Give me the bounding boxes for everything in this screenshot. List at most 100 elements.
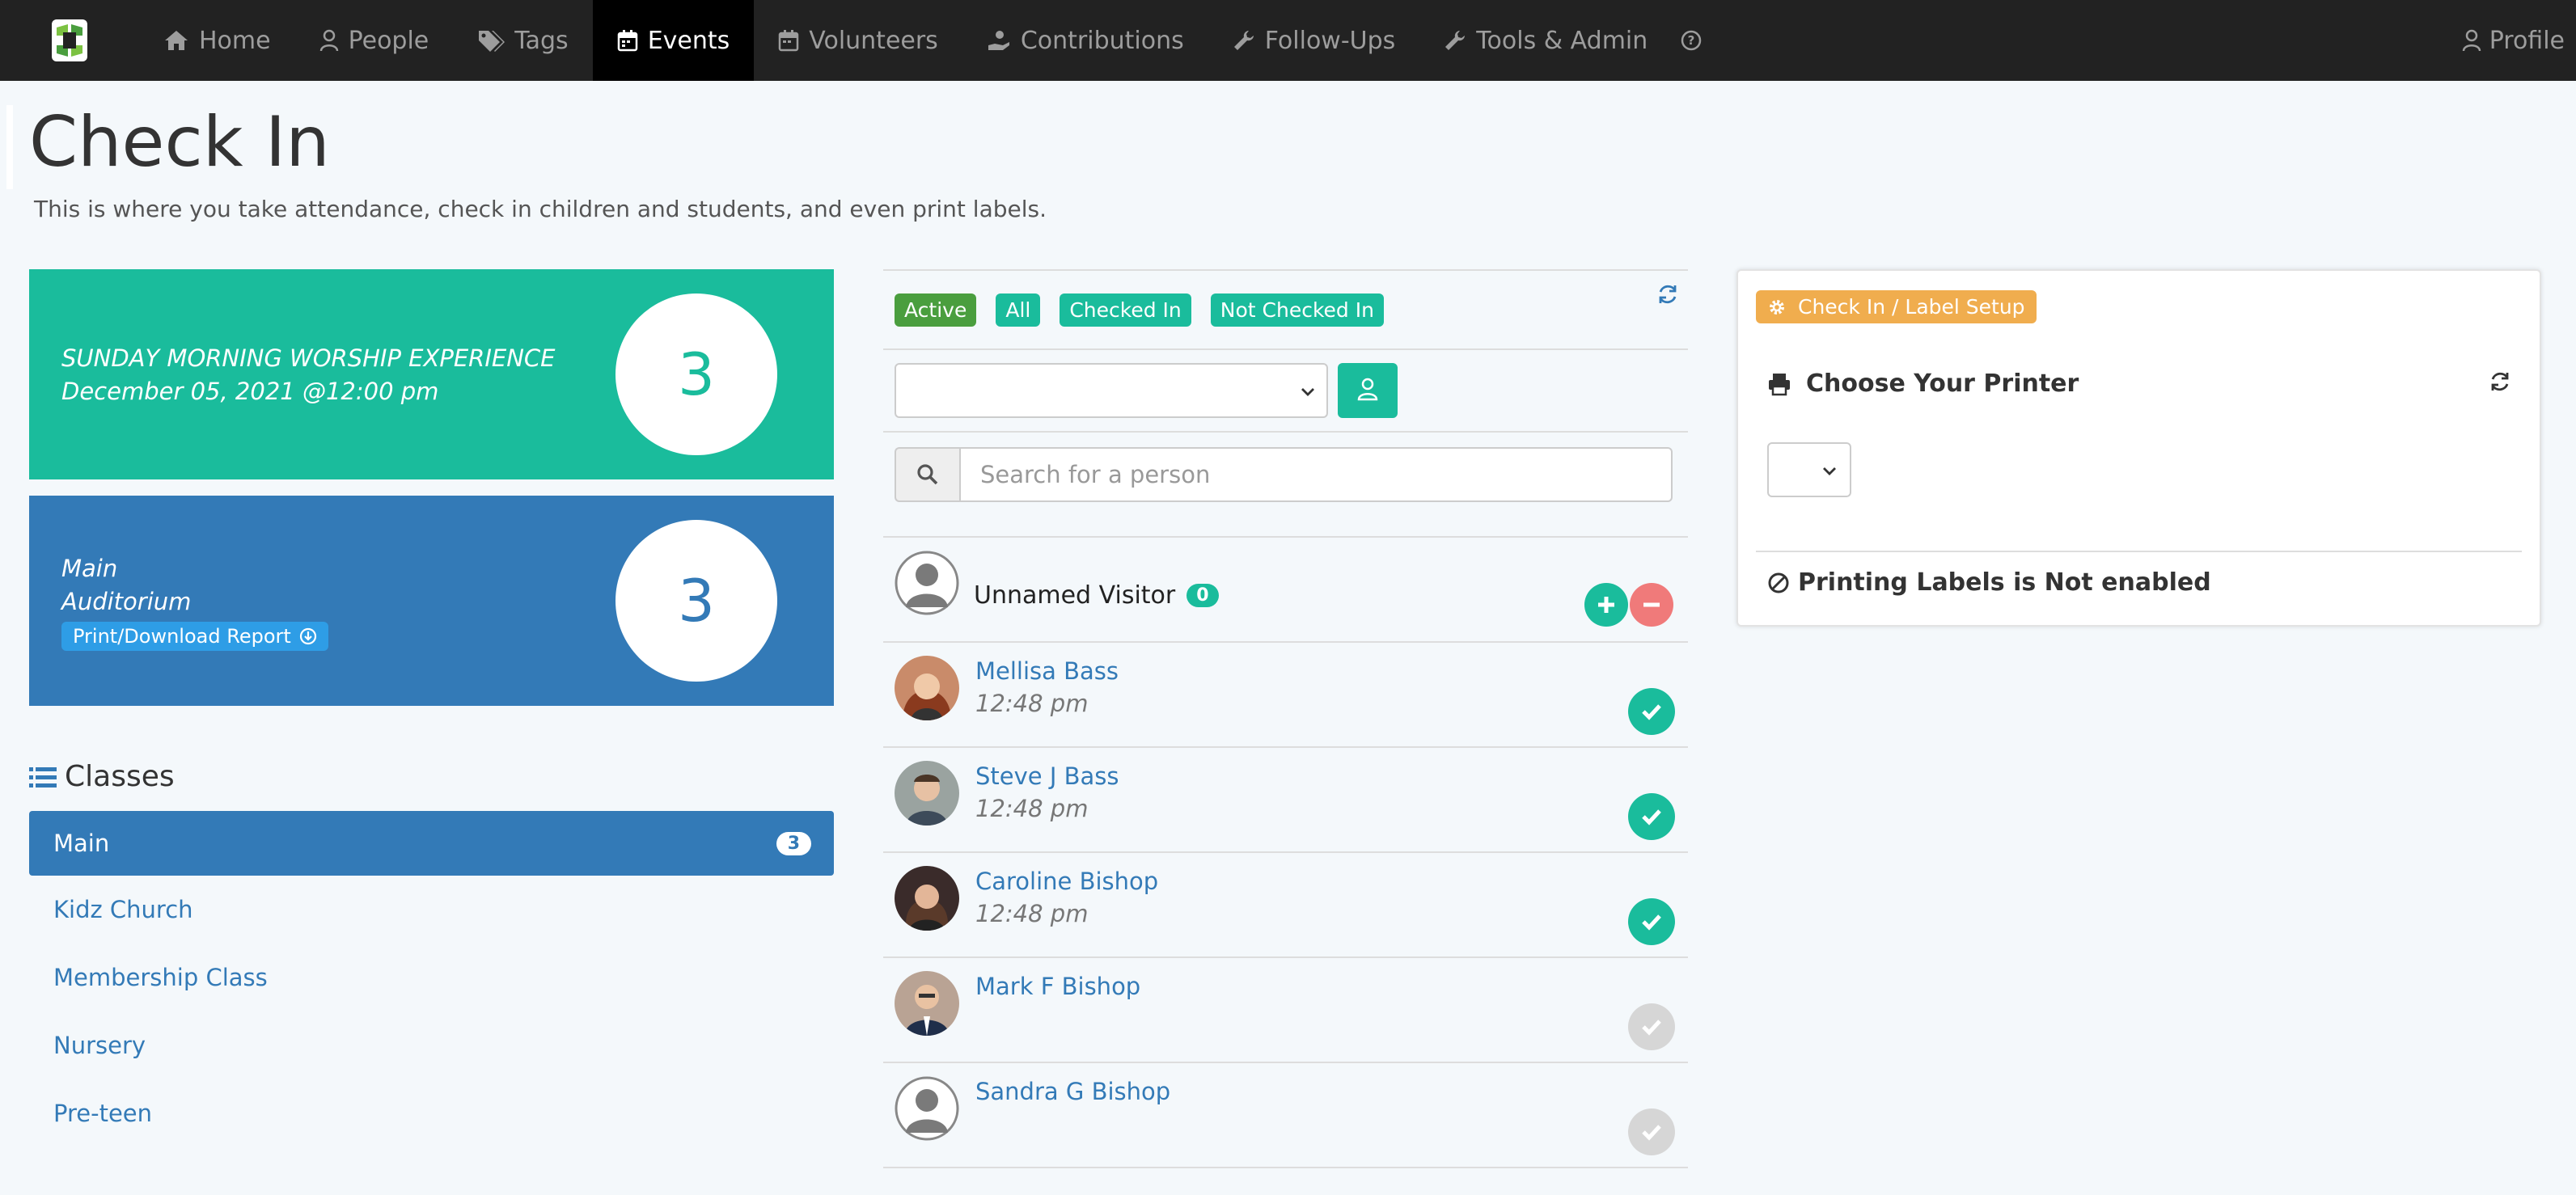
wrench-icon [1233,29,1255,52]
remove-visitor-button[interactable] [1630,583,1673,627]
search-icon [895,447,959,502]
add-person-button[interactable] [1338,363,1398,418]
nav-follow-ups[interactable]: Follow-Ups [1208,0,1420,81]
checkin-list-panel: Active All Checked In Not Checked In Unn… [883,269,1688,1168]
nav-tags-label: Tags [514,26,569,55]
check-circle-icon[interactable] [1628,1003,1675,1050]
printer-heading-label: Choose Your Printer [1806,369,2079,398]
nav-volunteers[interactable]: Volunteers [754,0,962,81]
visitor-row: Unnamed Visitor 0 [883,538,1688,643]
chevron-down-icon [1299,381,1317,405]
printer-select[interactable] [1767,442,1851,497]
nav-home-label: Home [199,26,271,55]
printer-icon [1767,372,1791,396]
svg-text:?: ? [1688,33,1695,48]
event-card: SUNDAY MORNING WORSHIP EXPERIENCE Decemb… [29,269,834,479]
visitor-count-badge: 0 [1186,584,1219,607]
calendar-icon [617,29,638,52]
labels-status-label: Printing Labels is Not enabled [1798,568,2211,597]
check-circle-icon[interactable] [1628,793,1675,840]
profile-label: Profile [2489,26,2565,55]
class-item-kidz-church[interactable]: Kidz Church [29,876,834,944]
label-setup-panel: Check In / Label Setup Choose Your Print… [1736,269,2541,627]
group-select[interactable] [895,363,1328,418]
nav-follow-ups-label: Follow-Ups [1264,26,1396,55]
person-row: Steve J Bass 12:48 pm [883,748,1688,853]
logo-icon [52,19,87,61]
help-icon[interactable]: ? [1680,29,1703,52]
class-item-label: Kidz Church [53,896,193,923]
refresh-icon[interactable] [2488,369,2512,397]
profile-menu[interactable]: Profile [2462,0,2565,81]
visitor-label: Unnamed Visitor [974,581,1176,610]
labels-status: Printing Labels is Not enabled [1767,568,2211,597]
room-attendance-count: 3 [615,520,777,682]
person-row: Caroline Bishop 12:48 pm [883,853,1688,958]
nav-people-label: People [348,26,429,55]
nav-events-label: Events [647,26,730,55]
nav-contributions[interactable]: Contributions [962,0,1208,81]
class-item-label: Main [53,830,110,857]
refresh-icon[interactable] [1656,282,1680,310]
nav-events[interactable]: Events [592,0,755,81]
search-row [883,433,1688,538]
person-row: Sandra G Bishop [883,1063,1688,1168]
person-name-link[interactable]: Steve J Bass [975,762,1119,790]
brand-logo[interactable] [29,0,110,81]
class-item-membership-class[interactable]: Membership Class [29,944,834,1011]
person-name-link[interactable]: Mellisa Bass [975,657,1119,685]
printer-heading: Choose Your Printer [1767,369,2079,398]
add-visitor-button[interactable] [1584,583,1628,627]
nav-tags[interactable]: Tags [453,0,592,81]
nav-tools-admin[interactable]: Tools & Admin [1419,0,1672,81]
filter-not-checked-in[interactable]: Not Checked In [1210,293,1384,327]
check-circle-icon[interactable] [1628,688,1675,735]
classes-heading: Classes [29,760,175,793]
calendar-icon [778,29,799,52]
gear-icon [1767,298,1787,317]
person-row: Mellisa Bass 12:48 pm [883,643,1688,748]
label-setup-label: Check In / Label Setup [1798,295,2025,319]
class-item-pre-teen[interactable]: Pre-teen [29,1079,834,1147]
checkin-time: 12:48 pm [975,900,1089,927]
checkin-time: 12:48 pm [975,795,1089,822]
search-input[interactable] [959,447,1673,502]
title-accent [6,105,13,189]
print-report-button[interactable]: Print/Download Report [61,622,328,651]
filter-checked-in[interactable]: Checked In [1060,293,1191,327]
check-circle-icon[interactable] [1628,1108,1675,1155]
person-name-link[interactable]: Caroline Bishop [975,868,1158,895]
person-avatar [895,866,959,931]
filter-all[interactable]: All [996,293,1041,327]
list-icon [29,765,57,789]
person-name-link[interactable]: Sandra G Bishop [975,1078,1170,1105]
print-report-label: Print/Download Report [73,625,291,648]
filter-active[interactable]: Active [895,293,977,327]
label-setup-button[interactable]: Check In / Label Setup [1756,290,2037,323]
person-row: Mark F Bishop [883,958,1688,1063]
nav-tools-admin-label: Tools & Admin [1476,26,1648,55]
checkin-time: 12:48 pm [975,690,1089,717]
download-circle-icon [299,627,317,645]
event-date: December 05, 2021 @12:00 pm [61,378,439,405]
user-icon [2462,29,2481,52]
person-avatar [895,971,959,1036]
class-item-main[interactable]: Main 3 [29,811,834,876]
user-icon [319,29,339,52]
check-circle-icon[interactable] [1628,898,1675,945]
panel-divider [1756,551,2522,552]
person-avatar [895,761,959,826]
nav-people[interactable]: People [295,0,454,81]
classes-heading-label: Classes [65,760,175,793]
tags-icon [477,29,505,52]
room-line2: Auditorium [61,588,192,615]
person-name-link[interactable]: Mark F Bishop [975,973,1140,1000]
event-name: SUNDAY MORNING WORSHIP EXPERIENCE [61,344,556,372]
class-item-label: Pre-teen [53,1100,153,1127]
filter-bar: Active All Checked In Not Checked In [883,269,1688,350]
class-item-nursery[interactable]: Nursery [29,1011,834,1079]
page-title: Check In [29,102,330,183]
nav-home[interactable]: Home [139,0,295,81]
class-count-badge: 3 [776,831,811,855]
class-list: Main 3 Kidz Church Membership Class Nurs… [29,811,834,1147]
